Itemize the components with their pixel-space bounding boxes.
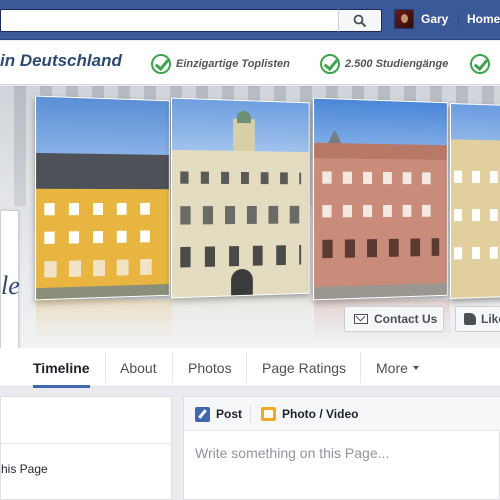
- banner-feature: [470, 54, 495, 74]
- composer-tab-post[interactable]: Post: [195, 397, 242, 431]
- user-avatar[interactable]: [394, 9, 414, 29]
- search-input[interactable]: [0, 9, 382, 32]
- tab-photos-label: Photos: [188, 359, 232, 376]
- pencil-icon: [195, 406, 210, 422]
- search-icon: [353, 14, 367, 27]
- promo-banner: in Deutschland Einzigartige Toplisten 2.…: [0, 41, 500, 85]
- tab-more[interactable]: More: [376, 348, 419, 387]
- composer-tab-separator: [250, 405, 251, 423]
- cover-photo[interactable]: Contact Us Like: [0, 86, 500, 348]
- tab-separator: [105, 352, 106, 383]
- photo-icon: [261, 407, 276, 421]
- composer-tab-photo-label: Photo / Video: [282, 407, 359, 421]
- banner-brand: in Deutschland: [0, 51, 122, 70]
- nav-divider: [458, 12, 459, 28]
- composer-tab-photo-video[interactable]: Photo / Video: [261, 397, 358, 431]
- checkmark-icon: [470, 54, 490, 74]
- tab-timeline[interactable]: Timeline: [33, 348, 90, 388]
- chevron-down-icon: [412, 365, 419, 370]
- tab-about-label: About: [120, 359, 157, 376]
- envelope-icon: [354, 314, 368, 324]
- tab-page-ratings[interactable]: Page Ratings: [262, 348, 346, 387]
- banner-feature-label: 2.500 Studiengänge: [345, 58, 449, 70]
- photo-card-yellow-palace: [35, 95, 170, 301]
- contact-us-button[interactable]: Contact Us: [344, 306, 444, 332]
- checkmark-icon: [320, 54, 340, 74]
- like-label: Like: [481, 312, 500, 326]
- thumbs-up-icon: [464, 313, 476, 325]
- card-divider: [1, 443, 173, 444]
- post-composer: Post Photo / Video Write something on th…: [183, 396, 500, 500]
- left-sidebar-card: his Page: [0, 396, 173, 500]
- like-button[interactable]: Like: [455, 306, 500, 332]
- photo-card-cream-palace: [170, 97, 310, 299]
- tab-more-label: More: [376, 359, 408, 376]
- top-navigation-bar: Gary Home: [0, 0, 500, 40]
- banner-feature: Einzigartige Toplisten: [151, 54, 290, 74]
- profile-logo: le: [1, 271, 20, 300]
- tab-timeline-label: Timeline: [33, 359, 90, 376]
- tab-separator: [360, 352, 361, 383]
- composer-input[interactable]: Write something on this Page...: [195, 445, 389, 461]
- left-card-text[interactable]: his Page: [1, 462, 48, 476]
- tab-separator: [246, 352, 247, 383]
- search-button[interactable]: [338, 9, 382, 32]
- checkmark-icon: [151, 54, 171, 74]
- banner-feature-label: Einzigartige Toplisten: [176, 58, 290, 70]
- tab-photos[interactable]: Photos: [188, 348, 232, 387]
- tab-separator: [172, 352, 173, 383]
- photo-card-partial: [449, 102, 500, 300]
- page-tabs: Timeline About Photos Page Ratings More: [0, 348, 500, 388]
- tab-about[interactable]: About: [120, 348, 157, 387]
- user-name-link[interactable]: Gary: [421, 12, 448, 26]
- composer-tab-post-label: Post: [216, 407, 243, 421]
- banner-feature: 2.500 Studiengänge: [320, 54, 448, 74]
- composer-tabs: Post Photo / Video: [184, 397, 500, 431]
- photo-card-red-palace: [313, 97, 448, 301]
- card-reflection: [36, 300, 172, 340]
- tab-page-ratings-label: Page Ratings: [262, 359, 347, 376]
- home-link[interactable]: Home: [467, 12, 500, 26]
- card-reflection: [172, 298, 312, 338]
- contact-us-label: Contact Us: [374, 312, 438, 326]
